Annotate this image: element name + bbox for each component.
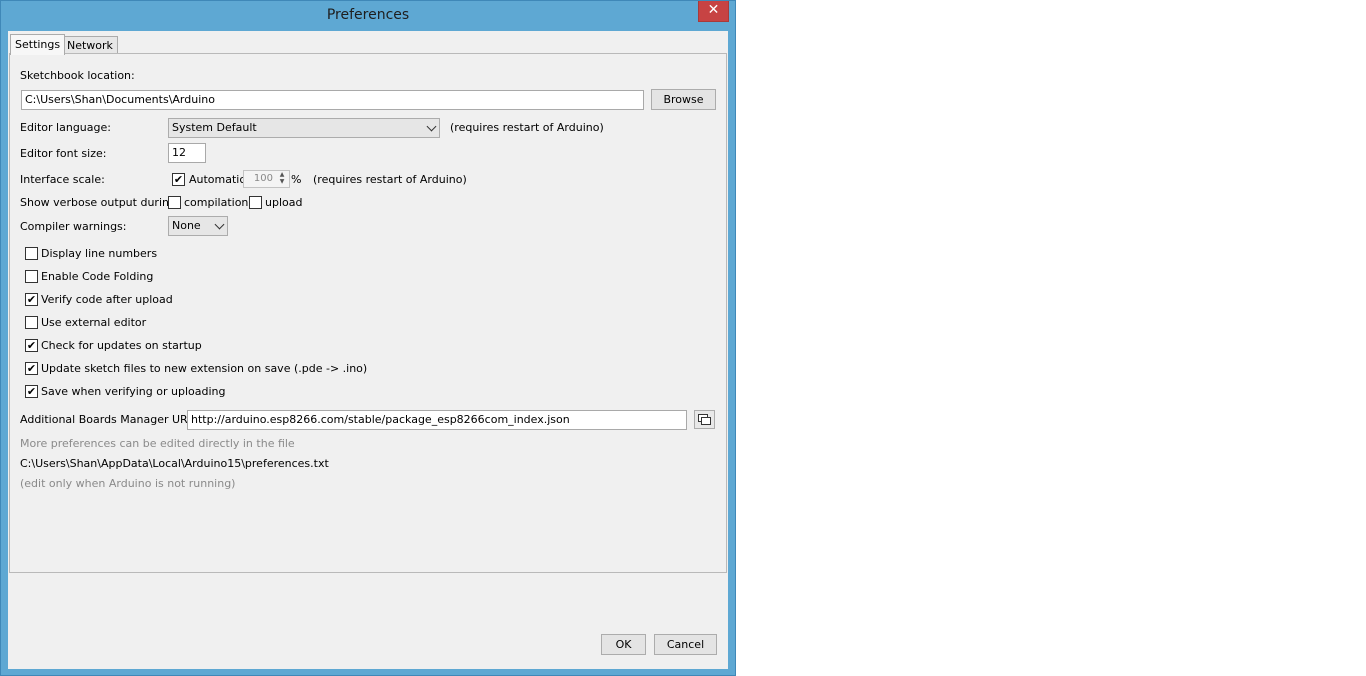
check-updates-checkbox[interactable]: ✔ — [25, 339, 38, 352]
url-list-button[interactable] — [694, 410, 715, 429]
scale-automatic-label: Automatic — [189, 173, 246, 186]
checkmark-icon: ✔ — [173, 173, 184, 186]
enable-code-folding-label: Enable Code Folding — [41, 270, 154, 283]
settings-panel: Sketchbook location: C:\Users\Shan\Docum… — [9, 53, 727, 573]
edit-note: (edit only when Arduino is not running) — [20, 477, 236, 490]
cancel-button[interactable]: Cancel — [654, 634, 717, 655]
scale-automatic-checkbox[interactable]: ✔ — [172, 173, 185, 186]
scale-spinner[interactable]: 100 ▲ ▼ — [243, 170, 290, 188]
save-when-verifying-checkbox[interactable]: ✔ — [25, 385, 38, 398]
update-sketch-extension-checkbox[interactable]: ✔ — [25, 362, 38, 375]
scale-value: 100 — [253, 173, 273, 184]
language-restart-note: (requires restart of Arduino) — [450, 121, 604, 134]
window-title: Preferences — [326, 7, 410, 23]
checkmark-icon: ✔ — [26, 385, 37, 398]
enable-code-folding-checkbox[interactable] — [25, 270, 38, 283]
verbose-compilation-label: compilation — [184, 196, 249, 209]
interface-scale-label: Interface scale: — [20, 173, 105, 186]
verify-after-upload-checkbox[interactable]: ✔ — [25, 293, 38, 306]
preferences-file-path[interactable]: C:\Users\Shan\AppData\Local\Arduino15\pr… — [20, 457, 329, 471]
compiler-warnings-value: None — [172, 219, 201, 232]
save-when-verifying-label: Save when verifying or uploading — [41, 385, 226, 398]
verbose-output-label: Show verbose output during: — [20, 196, 180, 209]
dialog-client: Settings Network Sketchbook location: C:… — [8, 31, 728, 669]
preferences-window: Preferences ✕ Settings Network Sketchboo… — [0, 0, 736, 676]
verbose-upload-checkbox[interactable] — [249, 196, 262, 209]
sketchbook-label: Sketchbook location: — [20, 69, 135, 82]
checkmark-icon: ✔ — [26, 362, 37, 375]
scale-restart-note: (requires restart of Arduino) — [313, 173, 467, 186]
boards-urls-field[interactable]: http://arduino.esp8266.com/stable/packag… — [187, 410, 687, 430]
boards-urls-label: Additional Boards Manager URLs: — [20, 413, 204, 426]
title-bar[interactable]: Preferences ✕ — [1, 1, 735, 31]
verbose-compilation-checkbox[interactable] — [168, 196, 181, 209]
checkmark-icon: ✔ — [26, 293, 37, 306]
editor-language-select[interactable]: System Default — [168, 118, 440, 138]
display-line-numbers-label: Display line numbers — [41, 247, 158, 260]
use-external-editor-label: Use external editor — [41, 316, 147, 329]
verbose-upload-label: upload — [265, 196, 303, 209]
editor-language-label: Editor language: — [20, 121, 111, 134]
tab-settings[interactable]: Settings — [10, 34, 66, 55]
close-icon: ✕ — [707, 2, 720, 18]
spinner-arrows[interactable]: ▲ ▼ — [277, 171, 287, 185]
chevron-down-icon — [426, 121, 437, 132]
font-size-label: Editor font size: — [20, 147, 107, 160]
more-preferences-note: More preferences can be edited directly … — [20, 437, 295, 450]
check-updates-label: Check for updates on startup — [41, 339, 202, 352]
editor-language-value: System Default — [172, 121, 257, 134]
display-line-numbers-checkbox[interactable] — [25, 247, 38, 260]
sketchbook-location-field[interactable]: C:\Users\Shan\Documents\Arduino — [21, 90, 644, 110]
spin-up-icon[interactable]: ▲ — [277, 171, 287, 178]
checkmark-icon: ✔ — [26, 339, 37, 352]
window-icon — [701, 417, 711, 425]
close-button[interactable]: ✕ — [698, 1, 729, 22]
ok-button[interactable]: OK — [601, 634, 646, 655]
compiler-warnings-label: Compiler warnings: — [20, 220, 127, 233]
compiler-warnings-select[interactable]: None — [168, 216, 228, 236]
font-size-field[interactable]: 12 — [168, 143, 206, 163]
update-sketch-extension-label: Update sketch files to new extension on … — [41, 362, 368, 375]
verify-after-upload-label: Verify code after upload — [41, 293, 173, 306]
use-external-editor-checkbox[interactable] — [25, 316, 38, 329]
tab-network[interactable]: Network — [62, 36, 118, 54]
browse-button[interactable]: Browse — [651, 89, 716, 110]
spin-down-icon[interactable]: ▼ — [277, 178, 287, 185]
chevron-down-icon — [214, 219, 225, 230]
percent-sign: % — [291, 173, 302, 186]
